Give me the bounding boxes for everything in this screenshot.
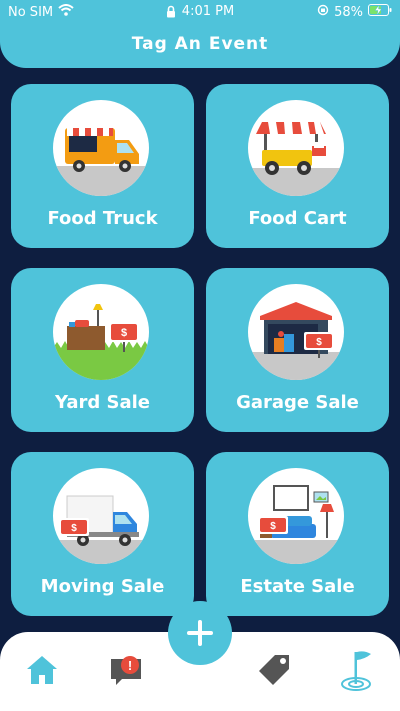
event-card-moving-sale[interactable]: $ Moving Sale <box>11 452 194 616</box>
food-cart-icon <box>248 100 344 196</box>
moving-sale-icon: $ <box>53 468 149 564</box>
lock-icon <box>166 5 176 18</box>
nav-home[interactable] <box>20 648 64 692</box>
event-label: Yard Sale <box>54 392 151 413</box>
tag-icon <box>259 655 289 685</box>
event-label: Estate Sale <box>240 576 355 597</box>
alert-message-icon: ! <box>111 656 141 685</box>
orientation-lock-icon <box>317 4 329 20</box>
event-card-estate-sale[interactable]: $ Estate Sale <box>206 452 389 616</box>
event-label: Garage Sale <box>236 392 359 413</box>
event-card-garage-sale[interactable]: $ Garage Sale <box>206 268 389 432</box>
battery-percent: 58% <box>334 4 363 20</box>
yard-sale-icon: $ <box>53 284 149 380</box>
garage-sale-icon: $ <box>248 284 344 380</box>
event-card-yard-sale[interactable]: $ Yard Sale <box>11 268 194 432</box>
event-label: Food Truck <box>47 208 158 229</box>
nav-flag[interactable] <box>334 648 378 692</box>
status-bar: No SIM 4:01 PM 58% <box>0 0 400 24</box>
food-truck-icon <box>53 100 149 196</box>
event-card-food-cart[interactable]: Food Cart <box>206 84 389 248</box>
alert-badge: ! <box>128 658 132 673</box>
time-label: 4:01 PM <box>181 4 235 19</box>
event-card-food-truck[interactable]: Food Truck <box>11 84 194 248</box>
battery-charging-icon <box>368 4 392 20</box>
header: No SIM 4:01 PM 58% Tag An Event <box>0 0 400 68</box>
add-event-button[interactable] <box>168 601 232 665</box>
price-tag-symbol: $ <box>270 521 276 532</box>
page-title: Tag An Event <box>131 34 269 54</box>
event-label: Food Cart <box>248 208 347 229</box>
nav-tags[interactable] <box>252 648 296 692</box>
estate-sale-icon: $ <box>248 468 344 564</box>
flag-location-icon <box>341 651 371 691</box>
home-icon <box>27 656 57 684</box>
price-tag-symbol: $ <box>316 337 322 348</box>
nav-alerts[interactable]: ! <box>104 648 148 692</box>
price-tag-symbol: $ <box>71 523 77 534</box>
event-label: Moving Sale <box>40 576 165 597</box>
price-tag-symbol: $ <box>121 327 127 339</box>
plus-icon <box>187 620 213 646</box>
